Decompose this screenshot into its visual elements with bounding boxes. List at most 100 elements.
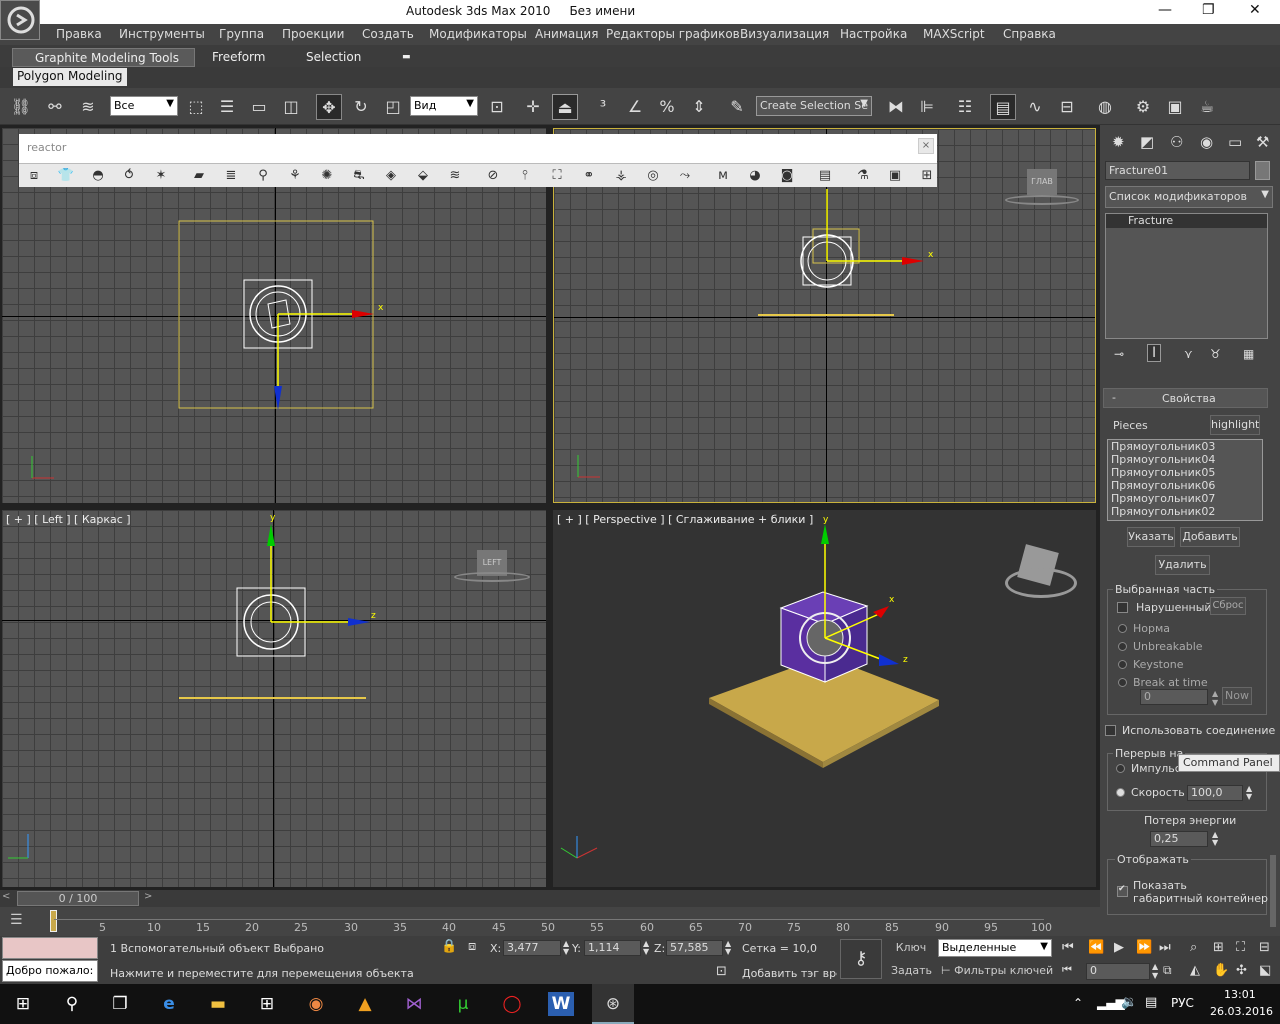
reactor-motor-icon[interactable]: ⚘ [285,167,305,185]
hierarchy-tab-icon[interactable]: ⚇ [1170,133,1183,151]
tray-expand-icon[interactable]: ⌃ [1073,996,1083,1010]
windows-start-icon[interactable]: ⊞ [10,992,36,1016]
word-icon[interactable]: W [548,992,574,1016]
modifier-list-dropdown[interactable]: Список модификаторов ▼ [1105,186,1273,208]
select-by-name-icon[interactable]: ☰ [214,94,240,120]
reactor-cloth-modifier-icon[interactable]: ᴍ [713,167,733,185]
maxscript-listener-pink[interactable] [2,937,98,959]
track-bar[interactable]: ☰ 5 10 15 20 25 30 35 40 45 50 55 60 65 … [0,907,1100,936]
show-end-result-icon[interactable]: Ⅰ [1147,344,1162,362]
time-slider-thumb[interactable]: 0 / 100 [17,891,139,906]
graphite-toggle-icon[interactable]: ▤ [990,94,1016,120]
reactor-create-animation-icon[interactable]: ⊞ [917,167,937,185]
configure-sets-icon[interactable]: ▦ [1243,347,1254,361]
render-teapot-icon[interactable]: ☕ [1194,94,1220,120]
reactor-rope-modifier-icon[interactable]: ◙ [777,167,797,185]
pan-icon[interactable]: ✋ [1213,963,1229,978]
app-menu-button[interactable] [0,0,40,40]
curve-editor-icon[interactable]: ∿ [1022,94,1048,120]
store-icon[interactable]: ⊞ [254,992,280,1016]
window-crossing-icon[interactable]: ◫ [278,94,304,120]
visual-studio-icon[interactable]: ⋈ [401,992,427,1016]
list-item[interactable]: Прямоугольник07 [1108,492,1262,505]
key-mode-toggle-icon[interactable]: ⏮ [1062,963,1072,977]
menu-maxscript[interactable]: MAXScript [923,27,985,41]
y-coord-field[interactable]: 1,114 [584,940,641,956]
reactor-point-path-icon[interactable]: ⚶ [611,167,631,185]
menu-modifiers[interactable]: Модификаторы [429,27,527,41]
angle-snap-icon[interactable]: ∠ [622,94,648,120]
reactor-softbody-icon[interactable]: ◓ [88,167,108,185]
tab-graphite-modeling-tools[interactable]: Graphite Modeling Tools [12,48,195,67]
menu-views[interactable]: Проекции [282,27,344,41]
selection-filter-dropdown[interactable]: Все ▼ [110,96,178,116]
reactor-ragdoll-icon[interactable]: ⤳ [675,167,695,185]
align-icon[interactable]: ⊫ [914,94,940,120]
menu-tools[interactable]: Инструменты [119,27,205,41]
reactor-rope-icon[interactable]: ⥀ [119,167,139,185]
reactor-fracture-icon[interactable]: ◈ [381,167,401,185]
reactor-plane-icon[interactable]: ▰ [189,167,209,185]
use-connection-checkbox[interactable] [1105,725,1116,736]
x-coord-field[interactable]: 3,477 [503,940,561,956]
radio-normal[interactable] [1118,624,1127,633]
edge-browser-icon[interactable]: e [156,992,182,1016]
time-config-icon[interactable]: ⧉ [1163,963,1172,978]
scale-icon[interactable]: ◰ [380,94,406,120]
named-selection-set-dropdown[interactable]: Create Selection Se ▼ [756,96,872,116]
mirror-icon[interactable]: ⧓ [883,94,909,120]
speed-spinner-icon[interactable]: ▲ ▼ [1246,785,1252,801]
reset-button[interactable]: Сброс [1210,597,1246,615]
pick-button[interactable]: Указать [1127,527,1175,547]
radio-break-at-time[interactable] [1118,678,1127,687]
reactor-analyze-icon[interactable]: ⚗ [853,167,873,185]
edit-named-selection-icon[interactable]: ✎ [724,94,750,120]
rendered-frame-icon[interactable]: ▣ [1162,94,1188,120]
command-panel-scrollbar[interactable] [1270,855,1276,927]
reactor-hinge-icon[interactable]: ⊘ [483,167,503,185]
broken-checkbox[interactable] [1117,602,1128,613]
spinner-snap-icon[interactable]: ⇕ [686,94,712,120]
material-editor-icon[interactable]: ◍ [1092,94,1118,120]
reactor-dashpot-icon[interactable]: ⚲ [253,167,273,185]
opera-icon[interactable]: ◯ [499,992,525,1016]
reactor-cloth-collection-icon[interactable]: 👕 [56,167,76,185]
key-mode-dropdown[interactable]: Выделенные ▼ [938,939,1052,957]
list-item[interactable]: Прямоугольник04 [1108,453,1262,466]
reactor-carwheel-icon[interactable]: ⚭ [579,167,599,185]
reactor-point-to-point-icon[interactable]: ⫯ [515,167,535,185]
y-spinner-icon[interactable]: ▲ ▼ [643,940,649,956]
z-coord-field[interactable]: 57,585 [666,940,723,956]
lock-selection-icon[interactable]: 🔒 [441,939,457,954]
tab-polygon-modeling[interactable]: Polygon Modeling [13,68,127,86]
snaps-toggle-icon[interactable]: ³ [590,94,616,120]
object-color-swatch[interactable] [1255,161,1270,180]
3dsmax-taskbar-icon[interactable]: ⊛ [592,984,634,1024]
time-marker[interactable] [50,910,57,932]
reactor-property-editor-icon[interactable]: ▤ [815,167,835,185]
prev-frame-icon[interactable]: < [2,891,14,906]
reactor-constraint-icon[interactable]: ≋ [445,167,465,185]
menu-graph-editors[interactable]: Редакторы графиков [606,27,740,41]
orbit-icon[interactable]: ✣ [1236,963,1247,978]
break-time-field[interactable]: 0 [1140,689,1208,705]
add-button[interactable]: Добавить [1180,527,1240,547]
viewport-perspective[interactable]: [ + ] [ Perspective ] [ Сглаживание + бл… [553,510,1096,887]
reactor-wind-icon[interactable]: ✺ [317,167,337,185]
utorrent-icon[interactable]: µ [450,992,476,1016]
utilities-tab-icon[interactable]: ⚒ [1256,133,1269,151]
set-key-button[interactable]: Задать [891,964,932,982]
maxscript-listener-white[interactable]: Добро пожало: [2,960,98,982]
menu-group[interactable]: Группа [219,27,264,41]
pivot-center-icon[interactable]: ⊡ [484,94,510,120]
unlink-icon[interactable]: ⚯ [42,94,68,120]
select-object-icon[interactable]: ⬚ [183,94,209,120]
key-filters-button[interactable]: ⊢ Фильтры ключей [941,964,1053,977]
reactor-toy-car-icon[interactable]: ⛐ [349,167,369,185]
render-setup-icon[interactable]: ⚙ [1130,94,1156,120]
make-unique-icon[interactable]: ⋎ [1184,347,1193,361]
pin-stack-icon[interactable]: ⊸ [1114,347,1124,361]
chrome-icon[interactable]: ◉ [303,992,329,1016]
zoom-all-icon[interactable]: ⊞ [1213,940,1224,955]
play-icon[interactable]: ▶ [1114,940,1124,955]
